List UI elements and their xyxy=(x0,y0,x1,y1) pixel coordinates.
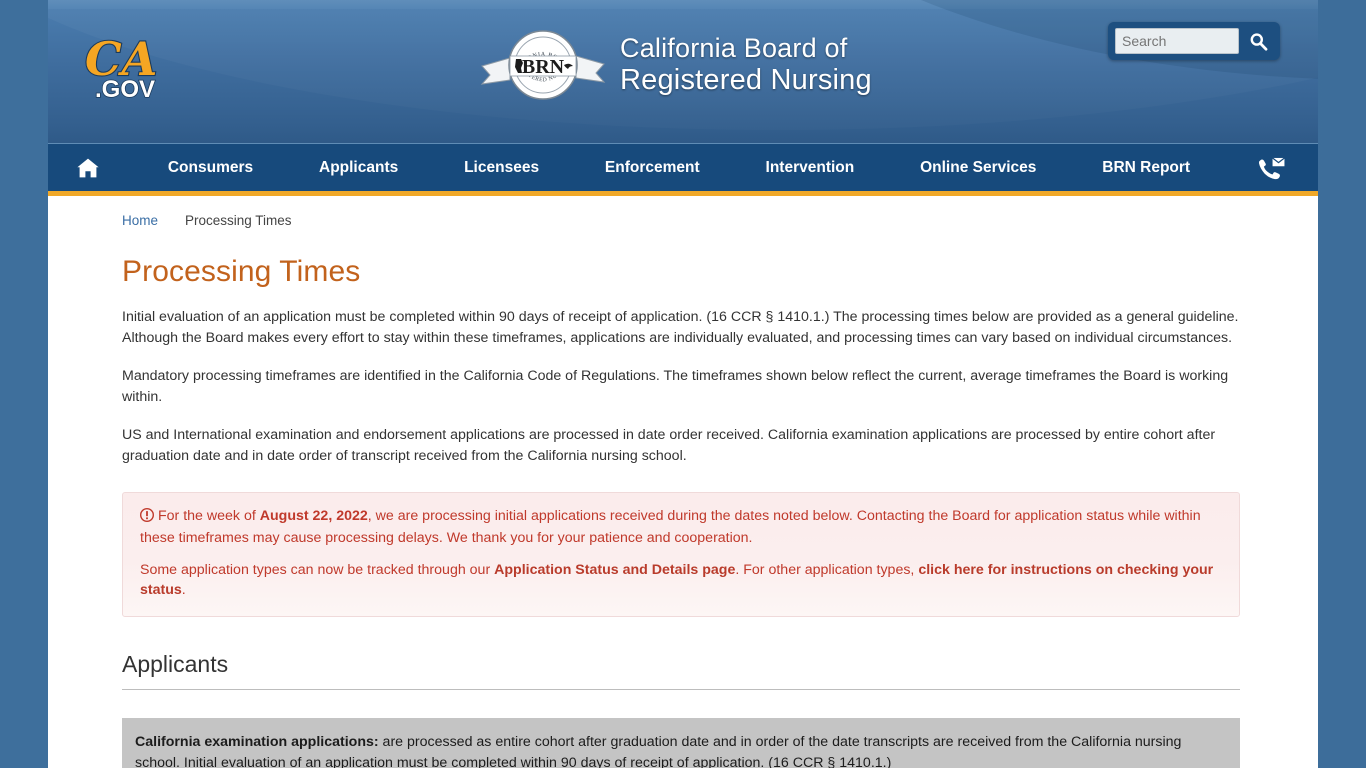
page-shell: CA .GOV CALIFORNIA BOARD OF xyxy=(48,0,1318,768)
page-title: Processing Times xyxy=(122,255,361,288)
breadcrumb-item-current: Processing Times xyxy=(185,213,292,228)
alert2-text-middle: . For other application types, xyxy=(735,561,919,578)
exam-box-paragraph-1: California examination applications: are… xyxy=(135,732,1227,768)
brand-title-line2: Registered Nursing xyxy=(620,63,872,96)
brand-title-line1: California Board of xyxy=(620,33,848,64)
search-icon xyxy=(1250,32,1267,51)
nav-item-contact[interactable] xyxy=(1250,144,1292,191)
alert2-text-after: . xyxy=(181,582,186,599)
breadcrumb-item-home[interactable]: Home xyxy=(122,213,158,228)
svg-text:.GOV: .GOV xyxy=(95,76,155,103)
nav-item-intervention[interactable]: Intervention xyxy=(760,144,861,191)
alert-week-date: August 22, 2022 xyxy=(259,507,368,524)
nav-gold-accent-bar xyxy=(48,191,1318,196)
svg-text:BRN: BRN xyxy=(522,56,565,78)
phone-envelope-icon xyxy=(1258,156,1286,179)
nav-item-applicants[interactable]: Applicants xyxy=(313,144,404,191)
alert-paragraph-1: For the week of August 22, 2022, we are … xyxy=(139,506,1222,549)
application-status-details-link[interactable]: Application Status and Details page xyxy=(494,562,735,578)
alert-paragraph-2: Some application types can now be tracke… xyxy=(140,560,1222,601)
alert2-text-before: Some application types can now be tracke… xyxy=(140,561,495,578)
ca-gov-logo[interactable]: CA .GOV xyxy=(81,33,201,103)
nav-item-home[interactable] xyxy=(68,144,108,191)
california-exam-applications-box: California examination applications: are… xyxy=(122,717,1240,768)
intro-paragraph-1: Initial evaluation of an application mus… xyxy=(122,309,1239,346)
breadcrumb: Home ⋮ Processing Times xyxy=(122,191,1244,228)
search-button[interactable] xyxy=(1243,28,1273,54)
intro-paragraph-2: Mandatory processing timeframes are iden… xyxy=(122,368,1229,405)
brand-lockup[interactable]: CALIFORNIA BOARD OF REGISTERED NURSING B… xyxy=(480,22,872,108)
exclamation-circle-icon xyxy=(139,507,155,529)
home-icon xyxy=(77,158,99,177)
search-input[interactable] xyxy=(1115,28,1239,54)
exam-box-label: California examination applications: xyxy=(135,733,379,750)
alert-text-before: For the week of xyxy=(158,507,260,524)
alert-box: For the week of August 22, 2022, we are … xyxy=(122,491,1240,617)
main-content: Home ⋮ Processing Times Processing Times… xyxy=(48,191,1318,768)
breadcrumb-separator-icon: ⋮ xyxy=(170,217,173,224)
nav-item-brn-report[interactable]: BRN Report xyxy=(1096,144,1196,191)
nav-item-online-services[interactable]: Online Services xyxy=(914,144,1042,191)
search-widget[interactable] xyxy=(1108,22,1280,60)
header-top-band xyxy=(48,0,1318,9)
nav-item-enforcement[interactable]: Enforcement xyxy=(599,144,706,191)
intro-paragraph-3: US and International examination and end… xyxy=(122,427,1216,464)
section-heading-applicants: Applicants xyxy=(122,651,1240,690)
nav-item-consumers[interactable]: Consumers xyxy=(162,144,259,191)
main-navigation[interactable]: Consumers Applicants Licensees Enforceme… xyxy=(48,143,1318,196)
nav-item-licensees[interactable]: Licensees xyxy=(458,144,545,191)
brand-title: California Board of Registered Nursing xyxy=(620,33,872,96)
site-header: CA .GOV CALIFORNIA BOARD OF xyxy=(48,0,1318,143)
brn-seal-logo: CALIFORNIA BOARD OF REGISTERED NURSING B… xyxy=(480,22,606,100)
